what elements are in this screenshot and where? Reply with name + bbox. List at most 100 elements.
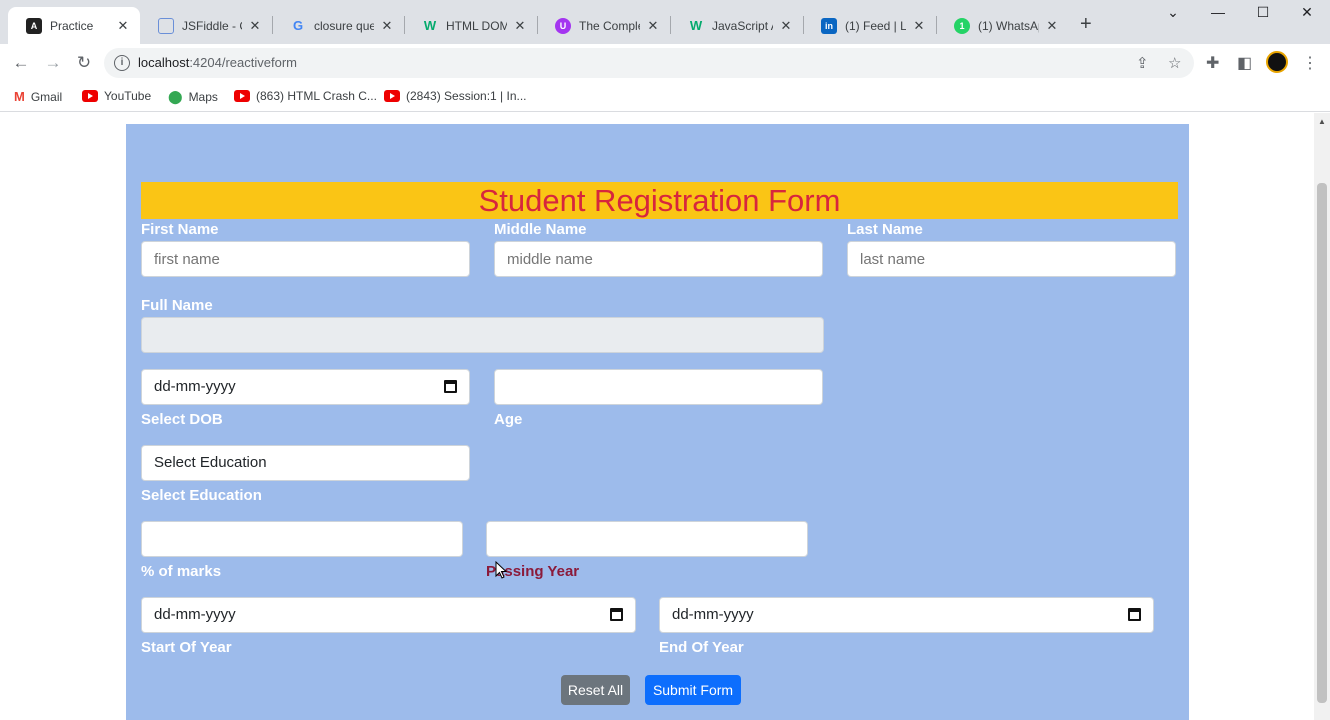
full-name-input (141, 317, 824, 353)
tab-search-icon[interactable]: ⌄ (1158, 4, 1188, 21)
reload-icon[interactable]: ↻ (73, 52, 95, 74)
end-year-value: dd-mm-yyyy (672, 606, 754, 623)
back-icon[interactable]: ← (10, 52, 32, 74)
tab-whatsapp[interactable]: 1 (1) WhatsApp ✕ (936, 7, 1069, 44)
youtube-icon (82, 90, 98, 102)
tab-title: The Complete (579, 18, 640, 33)
end-year-input[interactable]: dd-mm-yyyy (659, 597, 1154, 633)
tab-jsfiddle[interactable]: JSFiddle - Co ✕ (140, 7, 272, 44)
tab-udemy[interactable]: U The Complete ✕ (537, 7, 670, 44)
close-icon[interactable]: ✕ (116, 18, 130, 34)
jsfiddle-icon (158, 17, 174, 34)
tab-title: closure quest (314, 18, 374, 33)
calendar-icon[interactable] (1128, 608, 1141, 621)
bookmark-gmail[interactable]: M Gmail (14, 89, 62, 104)
start-year-input[interactable]: dd-mm-yyyy (141, 597, 636, 633)
menu-icon[interactable]: ⋮ (1302, 53, 1318, 73)
close-icon[interactable]: ✕ (646, 18, 660, 34)
profile-avatar[interactable] (1266, 51, 1288, 73)
w3schools-icon: W (689, 18, 703, 33)
site-info-icon[interactable]: i (114, 55, 130, 71)
minimize-icon[interactable]: — (1203, 4, 1233, 20)
maximize-icon[interactable]: ☐ (1248, 4, 1278, 21)
scroll-up-arrow-icon[interactable]: ▲ (1318, 117, 1326, 126)
last-name-input[interactable] (847, 241, 1176, 277)
tab-html-dom[interactable]: W HTML DOM D ✕ (404, 7, 537, 44)
passing-year-input[interactable] (486, 521, 808, 557)
bookmarks-bar: M Gmail YouTube ⬤ Maps (863) HTML Crash … (0, 82, 1330, 112)
close-icon[interactable]: ✕ (248, 18, 262, 34)
mouse-cursor-icon (495, 561, 507, 579)
close-icon[interactable]: ✕ (912, 18, 926, 34)
submit-form-button[interactable]: Submit Form (645, 675, 741, 705)
start-year-label: Start Of Year (141, 639, 232, 656)
close-icon[interactable]: ✕ (513, 18, 527, 34)
dob-value: dd-mm-yyyy (154, 378, 236, 395)
last-name-label: Last Name (847, 221, 923, 238)
education-select[interactable]: Select Education (141, 445, 470, 481)
tab-practice[interactable]: A Practice ✕ (8, 7, 140, 44)
address-bar[interactable]: i localhost:4204/reactiveform ⇪ ☆ (104, 48, 1194, 78)
linkedin-icon: in (821, 17, 837, 34)
scroll-thumb[interactable] (1317, 183, 1327, 703)
new-tab-button[interactable]: + (1080, 14, 1092, 34)
tab-title: (1) WhatsApp (978, 18, 1039, 33)
first-name-input[interactable] (141, 241, 470, 277)
age-input[interactable] (494, 369, 823, 405)
middle-name-input[interactable] (494, 241, 823, 277)
marks-input[interactable] (141, 521, 463, 557)
close-icon[interactable]: ✕ (779, 18, 793, 34)
url-path: :4204/reactiveform (189, 55, 297, 70)
tab-title: Practice (50, 18, 94, 33)
bookmark-html-crash[interactable]: (863) HTML Crash C... (234, 89, 377, 103)
udemy-icon: U (555, 17, 571, 34)
calendar-icon[interactable] (610, 608, 623, 621)
tab-js-array[interactable]: W JavaScript Arr ✕ (670, 7, 803, 44)
url-text[interactable]: localhost:4204/reactiveform (138, 55, 297, 70)
end-year-label: End Of Year (659, 639, 744, 656)
bookmark-label: Maps (188, 90, 218, 104)
share-icon[interactable]: ⇪ (1136, 54, 1149, 72)
youtube-icon (234, 90, 250, 102)
close-window-icon[interactable]: ✕ (1292, 4, 1322, 21)
tab-linkedin[interactable]: in (1) Feed | Link ✕ (803, 7, 936, 44)
tab-closure[interactable]: G closure quest ✕ (272, 7, 404, 44)
tab-strip: A Practice ✕ JSFiddle - Co ✕ G closure q… (0, 0, 1330, 44)
bookmark-youtube[interactable]: YouTube (82, 89, 151, 103)
extensions-icon[interactable]: ✚ (1206, 53, 1219, 73)
calendar-icon[interactable] (444, 380, 457, 393)
first-name-label: First Name (141, 221, 219, 238)
close-icon[interactable]: ✕ (1045, 18, 1059, 34)
close-icon[interactable]: ✕ (380, 18, 394, 34)
education-selected-value: Select Education (154, 454, 267, 471)
url-host: localhost (138, 55, 190, 70)
bookmark-session[interactable]: (2843) Session:1 | In... (384, 89, 527, 103)
tab-title: JavaScript Arr (712, 18, 773, 33)
form-title: Student Registration Form (141, 182, 1178, 219)
education-label: Select Education (141, 487, 262, 504)
bookmark-maps[interactable]: ⬤ Maps (168, 89, 218, 105)
middle-name-label: Middle Name (494, 221, 587, 238)
bookmark-label: YouTube (104, 89, 152, 103)
whatsapp-icon: 1 (954, 17, 970, 34)
youtube-icon (384, 90, 400, 102)
dob-input[interactable]: dd-mm-yyyy (141, 369, 470, 405)
start-year-value: dd-mm-yyyy (154, 606, 236, 623)
forward-icon[interactable]: → (42, 52, 64, 74)
bookmark-label: (2843) Session:1 | In... (406, 89, 527, 103)
tab-title: JSFiddle - Co (182, 18, 242, 33)
browser-toolbar: ← → ↻ i localhost:4204/reactiveform ⇪ ☆ … (0, 44, 1330, 82)
tab-title: HTML DOM D (446, 18, 507, 33)
google-icon: G (292, 18, 304, 33)
reset-all-button[interactable]: Reset All (561, 675, 630, 705)
gmail-icon: M (14, 89, 25, 104)
full-name-label: Full Name (141, 297, 213, 314)
side-panel-icon[interactable]: ◧ (1237, 53, 1252, 73)
page-scrollbar[interactable]: ▲ (1314, 113, 1330, 720)
age-label: Age (494, 411, 523, 428)
angular-icon: A (26, 17, 42, 34)
page-viewport: Student Registration Form First Name Mid… (0, 113, 1330, 720)
bookmark-star-icon[interactable]: ☆ (1168, 54, 1181, 72)
bookmark-label: (863) HTML Crash C... (256, 89, 377, 103)
bookmark-label: Gmail (30, 89, 63, 104)
